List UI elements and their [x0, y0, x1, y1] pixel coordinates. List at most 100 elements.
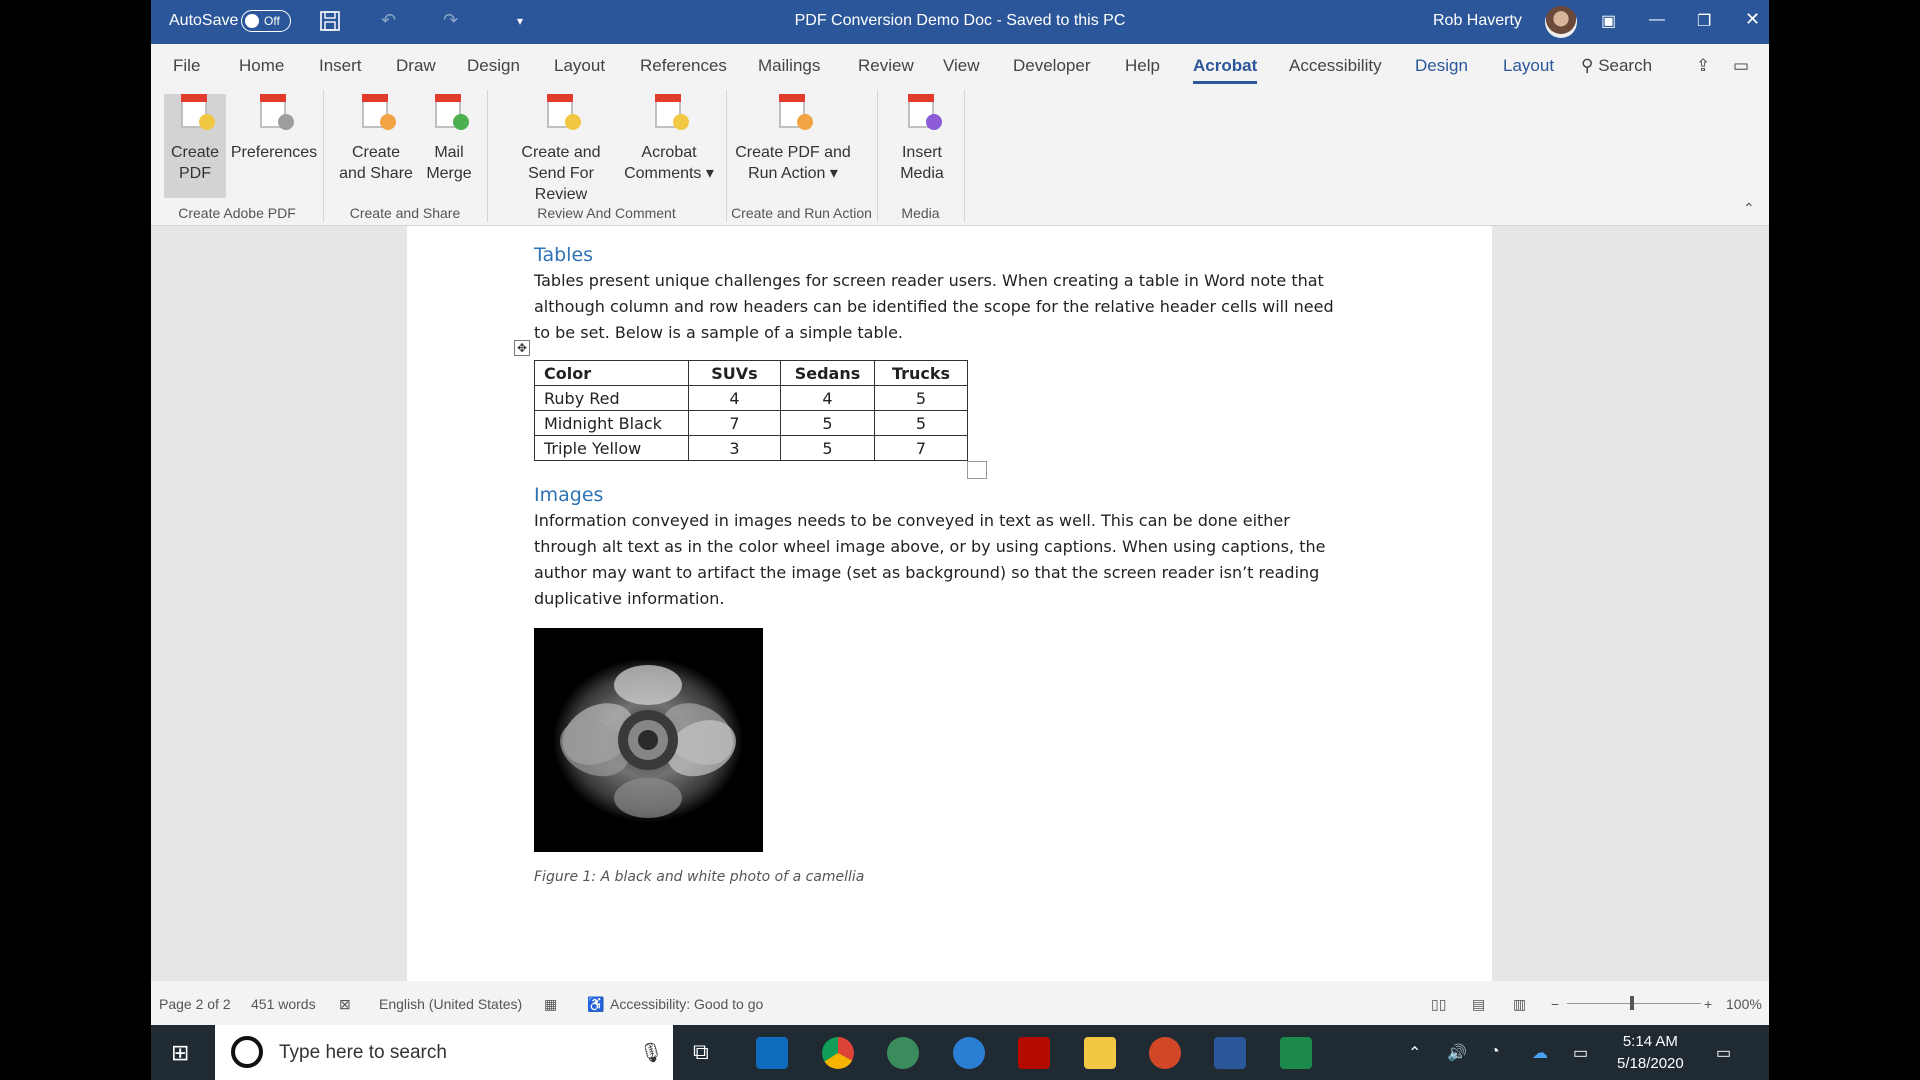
word-icon[interactable]: [1214, 1037, 1246, 1069]
avatar[interactable]: [1545, 6, 1577, 38]
browser-icon[interactable]: [887, 1037, 919, 1069]
tab-draw[interactable]: Draw: [396, 56, 436, 76]
table-cell[interactable]: Midnight Black: [534, 410, 689, 436]
edge-icon[interactable]: [953, 1037, 985, 1069]
tab-table-design[interactable]: Design: [1415, 56, 1468, 76]
table-cell[interactable]: 5: [780, 435, 875, 461]
search-box[interactable]: ⚲ Search: [1581, 56, 1652, 76]
tab-references[interactable]: References: [640, 56, 727, 76]
table-cell[interactable]: 7: [874, 435, 968, 461]
group-label: Create and Run Action: [731, 205, 872, 221]
print-layout-icon[interactable]: ▤: [1472, 996, 1485, 1013]
zoom-in-icon[interactable]: +: [1704, 996, 1712, 1012]
table-cell[interactable]: Triple Yellow: [534, 435, 689, 461]
table-resize-handle[interactable]: [967, 461, 987, 479]
tables-paragraph: Tables present unique challenges for scr…: [534, 271, 1334, 342]
table-header-cell[interactable]: Color: [534, 360, 689, 386]
tab-accessibility[interactable]: Accessibility: [1289, 56, 1382, 76]
insert-media-button[interactable]: Insert Media: [887, 94, 957, 184]
taskbar-search[interactable]: Type here to search 🎙: [215, 1025, 673, 1080]
table-cell[interactable]: 5: [874, 385, 968, 411]
tab-help[interactable]: Help: [1125, 56, 1160, 76]
table-cell[interactable]: 4: [688, 385, 781, 411]
page-count[interactable]: Page 2 of 2: [159, 996, 231, 1012]
accessibility-status[interactable]: Accessibility: Good to go: [610, 996, 763, 1012]
show-hidden-icons-icon[interactable]: ⌃: [1408, 1043, 1421, 1063]
table-header-cell[interactable]: Sedans: [780, 360, 875, 386]
restore-icon[interactable]: ❐: [1697, 11, 1711, 31]
table-cell[interactable]: 5: [874, 410, 968, 436]
microphone-icon[interactable]: 🎙: [639, 1041, 663, 1065]
create-pdf-icon: [177, 94, 215, 134]
zoom-level[interactable]: 100%: [1726, 996, 1762, 1012]
preferences-icon: [256, 94, 294, 134]
powerpoint-icon[interactable]: [1149, 1037, 1181, 1069]
language[interactable]: English (United States): [379, 996, 522, 1012]
tab-acrobat[interactable]: Acrobat: [1193, 56, 1258, 84]
collapse-ribbon-icon[interactable]: ⌃: [1743, 200, 1755, 217]
table-header-cell[interactable]: SUVs: [688, 360, 781, 386]
tab-mailings[interactable]: Mailings: [758, 56, 820, 76]
tab-developer[interactable]: Developer: [1013, 56, 1091, 76]
create-and-share-button[interactable]: Create and Share: [334, 94, 418, 184]
close-icon[interactable]: ✕: [1745, 9, 1760, 30]
status-bar: Page 2 of 2 451 words ⊠ English (United …: [151, 981, 1769, 1025]
tables-heading: Tables: [534, 244, 594, 266]
battery-icon[interactable]: ▭: [1573, 1043, 1588, 1063]
table-cell[interactable]: 4: [780, 385, 875, 411]
minimize-icon[interactable]: —: [1649, 11, 1665, 29]
ribbon-divider: [487, 90, 488, 222]
acrobat-icon[interactable]: [1018, 1037, 1050, 1069]
acrobat-comments-icon: [651, 94, 689, 134]
onedrive-icon[interactable]: ☁: [1532, 1043, 1548, 1063]
action-center-icon[interactable]: ▭: [1716, 1043, 1731, 1063]
tab-table-layout[interactable]: Layout: [1503, 56, 1554, 76]
tab-layout[interactable]: Layout: [554, 56, 605, 76]
insert-media-label: Insert: [901, 144, 942, 161]
acrobat-comments-button[interactable]: Acrobat Comments ▾: [622, 94, 716, 184]
tab-home[interactable]: Home: [239, 56, 284, 76]
word-count[interactable]: 451 words: [251, 996, 316, 1012]
start-icon[interactable]: ⊞: [171, 1040, 189, 1066]
zoom-out-icon[interactable]: −: [1551, 996, 1559, 1012]
taskbar: ⊞ Type here to search 🎙 ⧉ ⌃ 🔊 ◔ ☁ ▭ 5:14…: [151, 1025, 1769, 1080]
file-explorer-icon[interactable]: [1084, 1037, 1116, 1069]
camellia-photo[interactable]: [534, 628, 763, 852]
document-page[interactable]: Tables Tables present unique challenges …: [407, 226, 1492, 981]
network-icon[interactable]: ◔: [1490, 1043, 1500, 1061]
table-cell[interactable]: 3: [688, 435, 781, 461]
ribbon-display-options-icon[interactable]: ▣: [1601, 11, 1616, 31]
outlook-icon[interactable]: [756, 1037, 788, 1069]
table-cell[interactable]: Ruby Red: [534, 385, 689, 411]
accessibility-icon[interactable]: ♿: [587, 996, 604, 1013]
sample-table[interactable]: Color SUVs Sedans Trucks Ruby Red 4 4 5 …: [534, 360, 968, 461]
read-mode-icon[interactable]: ▯▯: [1431, 996, 1446, 1013]
table-move-handle[interactable]: ✥: [514, 340, 530, 356]
proofing-icon[interactable]: ⊠: [339, 996, 351, 1013]
table-cell[interactable]: 5: [780, 410, 875, 436]
clock[interactable]: 5:14 AM 5/18/2020: [1617, 1031, 1684, 1075]
task-view-icon[interactable]: ⧉: [693, 1039, 709, 1065]
user-name[interactable]: Rob Haverty: [1433, 12, 1522, 30]
snipping-tool-icon[interactable]: [1280, 1037, 1312, 1069]
share-icon[interactable]: ⇪: [1696, 56, 1710, 76]
create-pdf-and-run-action-button[interactable]: Create PDF and Run Action ▾: [735, 94, 851, 184]
table-header-cell[interactable]: Trucks: [874, 360, 968, 386]
create-pdf-button[interactable]: Create PDF: [164, 94, 226, 198]
tab-file[interactable]: File: [173, 56, 200, 76]
web-layout-icon[interactable]: ▥: [1513, 996, 1526, 1013]
zoom-slider[interactable]: [1567, 1003, 1701, 1004]
text-predictions-icon[interactable]: ▦: [544, 996, 557, 1013]
create-and-send-for-review-button[interactable]: Create and Send For Review: [500, 94, 622, 205]
tab-view[interactable]: View: [943, 56, 980, 76]
zoom-slider-thumb[interactable]: [1630, 996, 1634, 1010]
tab-insert[interactable]: Insert: [319, 56, 362, 76]
volume-icon[interactable]: 🔊: [1447, 1043, 1467, 1063]
preferences-button[interactable]: Preferences: [229, 94, 319, 163]
comments-icon[interactable]: ▭: [1733, 56, 1749, 76]
mail-merge-button[interactable]: Mail Merge: [417, 94, 481, 184]
table-cell[interactable]: 7: [688, 410, 781, 436]
chrome-icon[interactable]: [822, 1037, 854, 1069]
tab-review[interactable]: Review: [858, 56, 914, 76]
tab-design[interactable]: Design: [467, 56, 520, 76]
